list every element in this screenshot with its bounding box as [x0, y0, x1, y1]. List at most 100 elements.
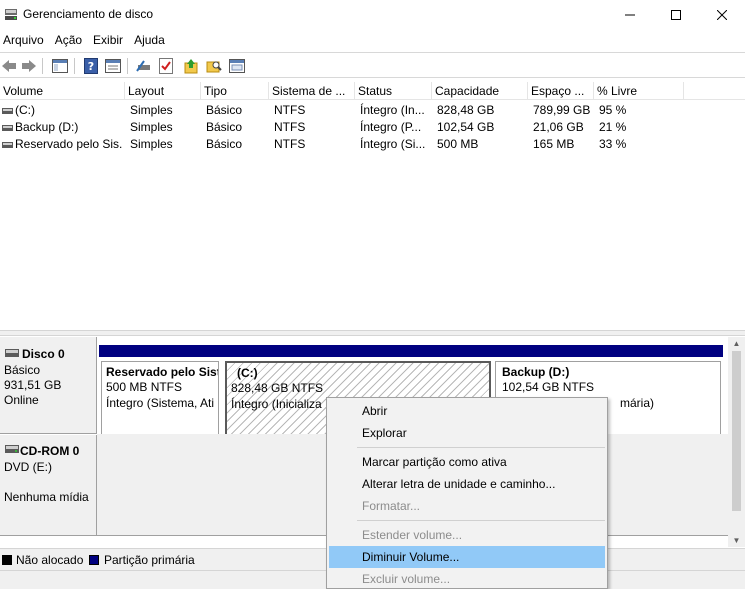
- svg-text:?: ?: [88, 60, 94, 73]
- menu-item-explorar[interactable]: Explorar: [329, 422, 605, 444]
- volume-icon: [2, 142, 13, 148]
- column-header-capacidade[interactable]: Capacidade: [432, 82, 528, 100]
- table-row[interactable]: Reservado pelo Sis... Simples Básico NTF…: [0, 136, 745, 153]
- cell-espaco: 21,06 GB: [533, 120, 584, 134]
- help-button[interactable]: ?: [82, 57, 100, 75]
- window-title: Gerenciamento de disco: [23, 7, 154, 21]
- cell-volume: Backup (D:): [15, 120, 79, 134]
- cdrom0-drive: DVD (E:): [4, 460, 52, 474]
- legend-label-primary: Partição primária: [104, 553, 195, 567]
- menu-acao[interactable]: Ação: [51, 30, 89, 50]
- cell-volume: (C:): [15, 103, 35, 117]
- partition-status: mária): [620, 396, 655, 410]
- scroll-down-icon[interactable]: ▼: [732, 536, 741, 545]
- partition-name: (C:): [237, 366, 258, 380]
- column-header-status[interactable]: Status: [355, 82, 432, 100]
- back-button[interactable]: [0, 57, 18, 75]
- toolbar: ?: [0, 52, 745, 78]
- pane-splitter[interactable]: [0, 330, 745, 336]
- cell-tipo: Básico: [206, 120, 243, 134]
- cell-tipo: Básico: [206, 103, 243, 117]
- close-button[interactable]: [699, 0, 745, 30]
- partition-status: Íntegro (Sistema, Ati: [106, 396, 215, 410]
- cdrom0-label[interactable]: CD-ROM 0 DVD (E:) Nenhuma mídia: [0, 435, 97, 536]
- minimize-icon: [625, 14, 635, 16]
- cdrom0-name: CD-ROM 0: [20, 444, 80, 458]
- partition-size: 500 MB NTFS: [106, 380, 183, 394]
- vertical-scrollbar[interactable]: ▲ ▼: [728, 337, 745, 547]
- scroll-thumb[interactable]: [732, 351, 741, 511]
- column-header-sistema[interactable]: Sistema de ...: [269, 82, 355, 100]
- back-icon: [2, 60, 16, 72]
- column-header-volume[interactable]: Volume: [0, 82, 125, 100]
- title-bar: Gerenciamento de disco: [0, 0, 745, 30]
- list-header: Volume Layout Tipo Sistema de ... Status…: [0, 82, 745, 100]
- disk-management-icon: [5, 9, 17, 20]
- cell-status: Íntegro (In...: [360, 103, 425, 117]
- partition-name: Reservado pelo Sist: [106, 365, 219, 379]
- menu-item-format[interactable]: Formatar...: [329, 495, 605, 517]
- cell-layout: Simples: [130, 137, 173, 151]
- table-row[interactable]: Backup (D:) Simples Básico NTFS Íntegro …: [0, 119, 745, 136]
- search-folder-button[interactable]: [205, 57, 223, 75]
- settings-panel-button[interactable]: [228, 57, 246, 75]
- toolbar-separator: [42, 58, 43, 74]
- disk0-name: Disco 0: [22, 347, 65, 361]
- menu-item-shrink[interactable]: Diminuir Volume...: [329, 546, 605, 568]
- disk-icon: [5, 349, 19, 357]
- menu-ajuda[interactable]: Ajuda: [130, 30, 172, 50]
- connect-button[interactable]: [135, 57, 153, 75]
- disk0-state: Online: [4, 393, 39, 407]
- scroll-up-icon[interactable]: ▲: [732, 339, 741, 348]
- settings-panel-icon: [229, 59, 245, 73]
- legend-swatch-primary: [89, 555, 99, 565]
- menu-bar: Arquivo Ação Exibir Ajuda: [0, 30, 745, 50]
- forward-button[interactable]: [20, 57, 38, 75]
- cell-livre: 33 %: [599, 137, 627, 151]
- check-icon: [159, 58, 173, 74]
- menu-exibir[interactable]: Exibir: [89, 30, 130, 50]
- menu-item-delete[interactable]: Excluir volume...: [329, 568, 605, 589]
- cdrom0-media: Nenhuma mídia: [4, 490, 89, 504]
- column-header-livre[interactable]: % Livre: [594, 82, 684, 100]
- cell-status: Íntegro (P...: [360, 120, 422, 134]
- column-header-tipo[interactable]: Tipo: [201, 82, 269, 100]
- partition-reserved[interactable]: Reservado pelo Sist 500 MB NTFS Íntegro …: [99, 345, 221, 441]
- minimize-button[interactable]: [607, 0, 653, 30]
- cell-livre: 21 %: [599, 120, 627, 134]
- legend-swatch-unallocated: [2, 555, 12, 565]
- disk0-label[interactable]: Disco 0 Básico 931,51 GB Online: [0, 337, 97, 434]
- menu-item-mark-active[interactable]: Marcar partição como ativa: [329, 451, 605, 473]
- volume-icon: [2, 125, 13, 131]
- partition-size: 102,54 GB NTFS: [502, 380, 595, 394]
- console-tree-icon: [52, 59, 68, 73]
- maximize-button[interactable]: [653, 0, 699, 30]
- forward-icon: [22, 60, 36, 72]
- cell-volume: Reservado pelo Sis...: [15, 137, 123, 151]
- toolbar-separator: [74, 58, 75, 74]
- menu-item-change-letter[interactable]: Alterar letra de unidade e caminho...: [329, 473, 605, 495]
- column-header-layout[interactable]: Layout: [125, 82, 201, 100]
- check-button[interactable]: [157, 57, 175, 75]
- console-tree-button[interactable]: [51, 57, 69, 75]
- legend-label-unallocated: Não alocado: [16, 553, 84, 567]
- partition-type-bar: [99, 345, 221, 357]
- cell-capacidade: 828,48 GB: [437, 103, 495, 117]
- cell-espaco: 789,99 GB: [533, 103, 591, 117]
- disk0-type: Básico: [4, 363, 41, 377]
- volume-list: Volume Layout Tipo Sistema de ... Status…: [0, 82, 745, 330]
- column-header-espaco[interactable]: Espaço ...: [528, 82, 594, 100]
- menu-item-abrir[interactable]: Abrir: [329, 400, 605, 422]
- table-row[interactable]: (C:) Simples Básico NTFS Íntegro (In... …: [0, 102, 745, 119]
- help-icon: ?: [84, 58, 98, 74]
- menu-arquivo[interactable]: Arquivo: [0, 30, 51, 50]
- cdrom-icon: [5, 445, 19, 453]
- properties-button[interactable]: [104, 57, 122, 75]
- partition-name: Backup (D:): [502, 365, 570, 379]
- close-icon: [717, 10, 727, 20]
- menu-separator: [357, 520, 605, 521]
- volume-icon: [2, 108, 13, 114]
- menu-item-extend[interactable]: Estender volume...: [329, 524, 605, 546]
- folder-up-icon: [184, 59, 198, 74]
- folder-up-button[interactable]: [182, 57, 200, 75]
